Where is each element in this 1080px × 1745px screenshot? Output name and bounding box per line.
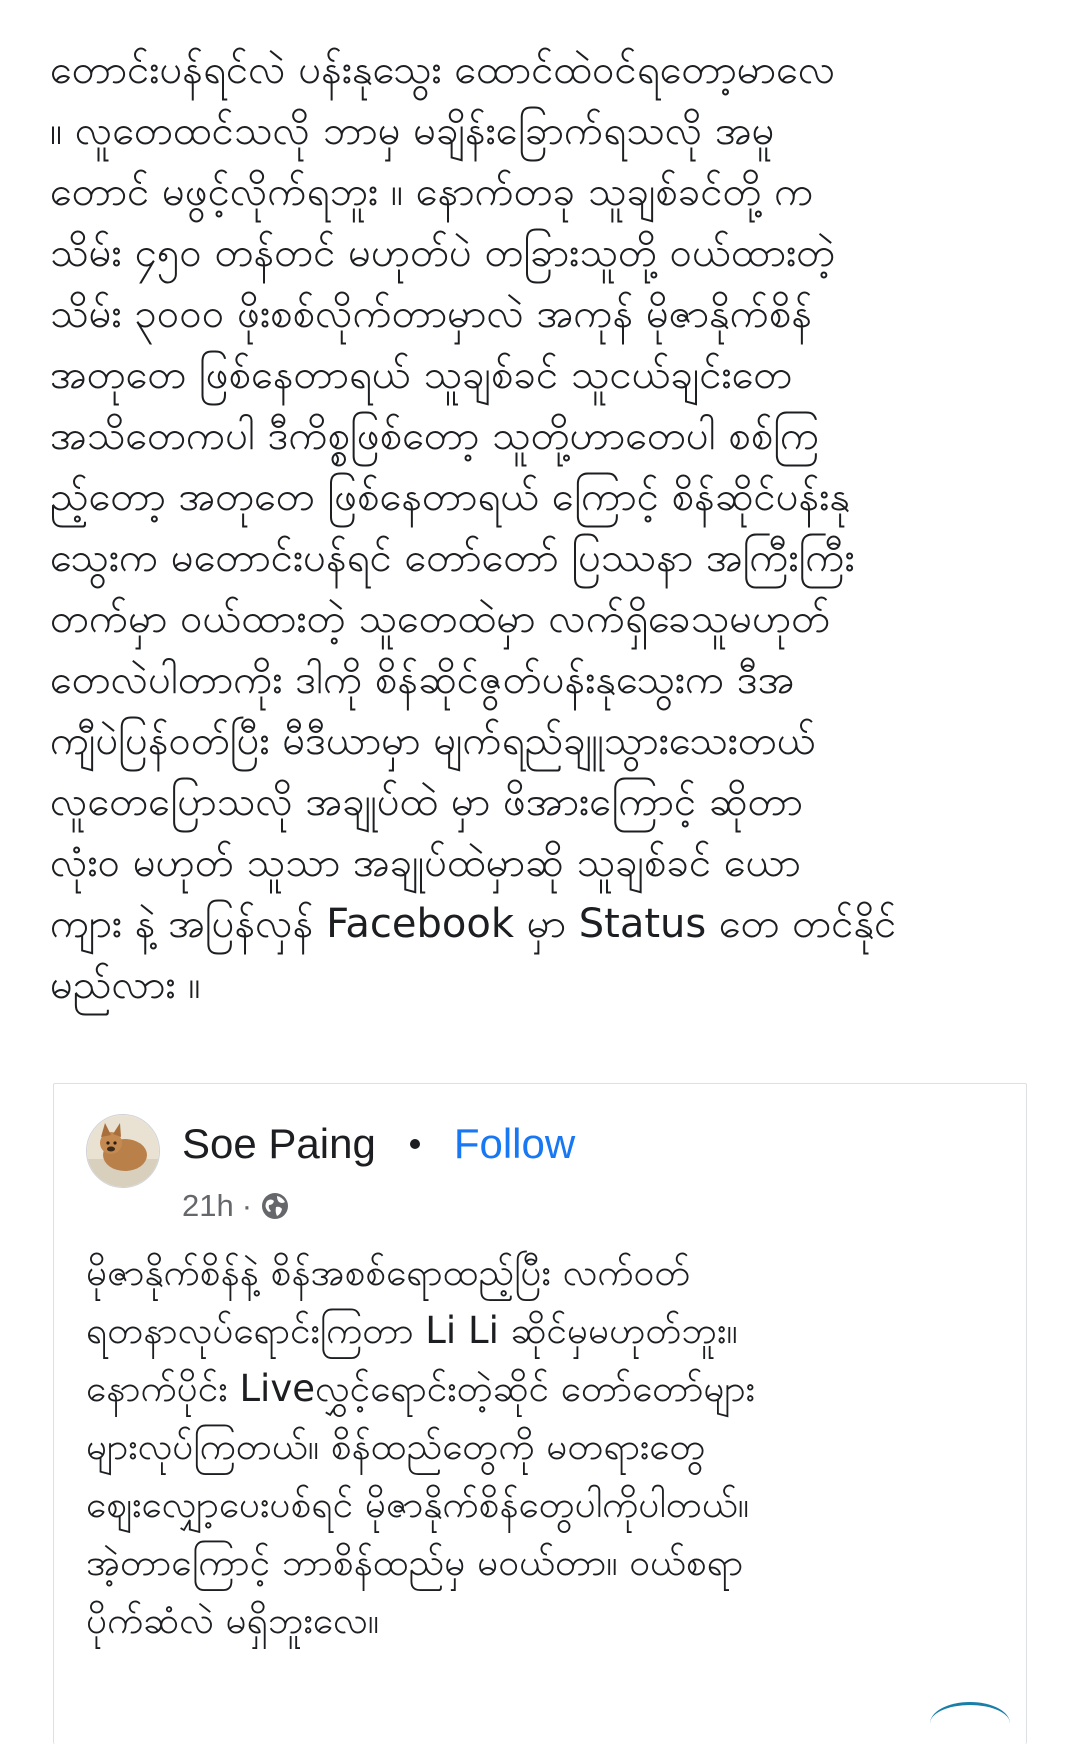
meta-separator: · <box>241 1188 253 1223</box>
post-text-line: တောင်းပန်ရင်လဲ ပန်းနုသွေး ထောင်ထဲဝင်ရတော… <box>50 47 836 93</box>
post-text-line: သွေးက မတောင်းပန်ရင် တော်တော် ပြဿနာ အကြီး… <box>50 535 855 581</box>
partial-button-edge <box>930 1702 1010 1745</box>
author-name[interactable]: Soe Paing <box>182 1120 376 1168</box>
post-text-line: မည်လား ။ <box>50 962 201 1008</box>
shared-post-line: ဈေးလျှော့ပေးပစ်ရင် မိုဇာနိုက်စိန်တွေပါကိ… <box>86 1483 749 1526</box>
post-text-line: ည့်တော့ အတုတေ ဖြစ်နေတာရယ် ကြောင့် စိန်ဆိ… <box>50 474 851 520</box>
dot-separator <box>409 1139 420 1149</box>
post-text-line: ကျား နဲ့ အပြန်လှန် Facebook မှာ Status တ… <box>50 901 897 947</box>
post-text-line: ။ လူတေထင်သလို ဘာမှ မချိန်းခြောက်ရသလို အမ… <box>50 108 775 154</box>
post-text-line: သိမ်း ၄၅၀ တန်တင် မဟုတ်ပဲ တခြားသူတို့ ဝယ်… <box>50 230 836 276</box>
shared-post-line: ရတနာလုပ်ရောင်းကြတာ Li Li ဆိုင်မှမဟုတ်ဘူး… <box>86 1309 738 1352</box>
globe-icon[interactable] <box>260 1191 290 1221</box>
shared-post-header: Soe Paing Follow 21h · <box>86 1114 986 1224</box>
post-text-line: လုံးဝ မဟုတ် သူသာ အချုပ်ထဲမှာဆို သူချစ်ခင… <box>50 840 801 886</box>
author-avatar[interactable] <box>86 1114 160 1188</box>
post-text-line: တေလဲပါတာကိုး ဒါကို စိန်ဆိုင်ဇွတ်ပန်းနုသွ… <box>50 657 795 703</box>
author-row: Soe Paing Follow <box>182 1114 575 1174</box>
post-text-line: အတုတေ ဖြစ်နေတာရယ် သူချစ်ခင် သူငယ်ချင်းတေ <box>50 352 793 398</box>
post-timestamp[interactable]: 21h <box>182 1188 234 1224</box>
shared-post-text: မိုဇာနိုက်စိန်နဲ့ စိန်အစစ်ရောထည့်ပြီး လက… <box>86 1244 1006 1650</box>
follow-button[interactable]: Follow <box>454 1120 575 1168</box>
post-text-line: ကျီပဲပြန်ဝတ်ပြီး မီဒီယာမှာ မျက်ရည်ချူသွာ… <box>50 718 816 764</box>
post-meta: 21h · <box>182 1186 290 1226</box>
shared-post-line: နောက်ပိုင်း Liveလွှင့်ရောင်းတဲ့ဆိုင် တော… <box>86 1367 755 1410</box>
shared-post-line: များလုပ်ကြတယ်။ စိန်ထည်တွေကို မတရားတွေ <box>86 1425 706 1468</box>
shared-post-line: အဲ့တာကြောင့် ဘာစိန်ထည်မှ မဝယ်တာ။ ဝယ်စရာ <box>86 1541 744 1584</box>
avatar-image <box>87 1115 159 1187</box>
post-text: တောင်းပန်ရင်လဲ ပန်းနုသွေး ထောင်ထဲဝင်ရတော… <box>50 40 1040 1016</box>
post-text-line: တောင် မဖွင့်လိုက်ရဘူး ။ နောက်တခု သူချစ်ခ… <box>50 169 814 215</box>
shared-post-line: မိုဇာနိုက်စိန်နဲ့ စိန်အစစ်ရောထည့်ပြီး လက… <box>86 1251 691 1294</box>
post-text-line: လူတေပြောသလို အချုပ်ထဲ မှာ ဖိအားကြောင့် ဆ… <box>50 779 803 825</box>
post-text-line: သိမ်း ၃၀၀၀ ဖိုးစစ်လိုက်တာမှာလဲ အကုန် မို… <box>50 291 813 337</box>
post-text-line: အသိတေကပါ ဒီကိစ္စဖြစ်တော့ သူတို့ဟာတေပါ စစ… <box>50 413 820 459</box>
shared-post-line: ပိုက်ဆံလဲ မရှိဘူးလေ။ <box>86 1599 379 1642</box>
shared-post-card[interactable]: Soe Paing Follow 21h · မိုဇာနိုက်စိန်နဲ့… <box>53 1083 1027 1744</box>
post-text-line: တက်မှာ ဝယ်ထားတဲ့ သူတေထဲမှာ လက်ရှိခေသူမဟု… <box>50 596 831 642</box>
